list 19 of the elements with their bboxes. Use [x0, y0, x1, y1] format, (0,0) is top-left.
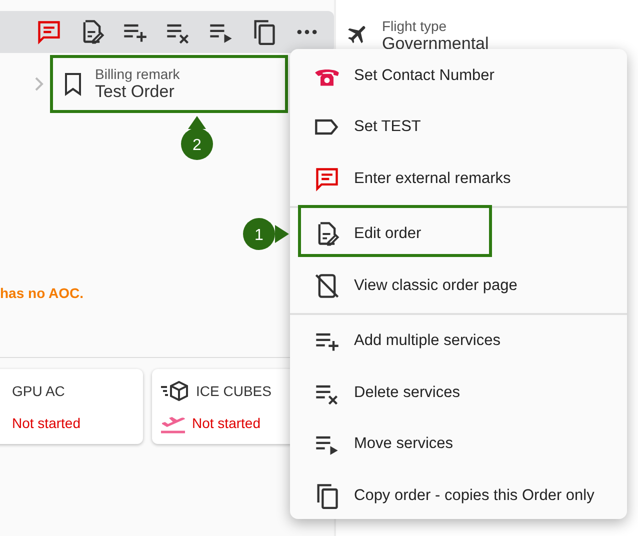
- billing-remark-label: Billing remark: [95, 66, 180, 82]
- service-name: ICE CUBES: [196, 382, 272, 398]
- billing-remark-value: Test Order: [95, 82, 176, 102]
- service-card[interactable]: GPU AC Not started: [0, 369, 143, 444]
- service-name: GPU AC: [12, 382, 65, 398]
- menu-item[interactable]: Enter external remarks: [290, 153, 627, 204]
- warning-text: has no AOC.: [0, 285, 84, 303]
- remark-icon[interactable]: [36, 19, 62, 45]
- flight-type-label: Flight type: [382, 18, 448, 34]
- status-text: Not started: [192, 414, 260, 430]
- menu-item[interactable]: View classic order page: [290, 260, 627, 312]
- menu-item[interactable]: Add multiple services: [290, 316, 627, 367]
- crossed-phone-icon: [314, 272, 340, 299]
- box-icon: [160, 380, 190, 402]
- menu-item[interactable]: Set TEST: [290, 102, 627, 153]
- bookmark-icon: [63, 72, 83, 96]
- status-text: Not started: [12, 414, 80, 430]
- menu-item[interactable]: Copy order - copies this Order only: [290, 470, 627, 522]
- remark-icon: [314, 166, 340, 192]
